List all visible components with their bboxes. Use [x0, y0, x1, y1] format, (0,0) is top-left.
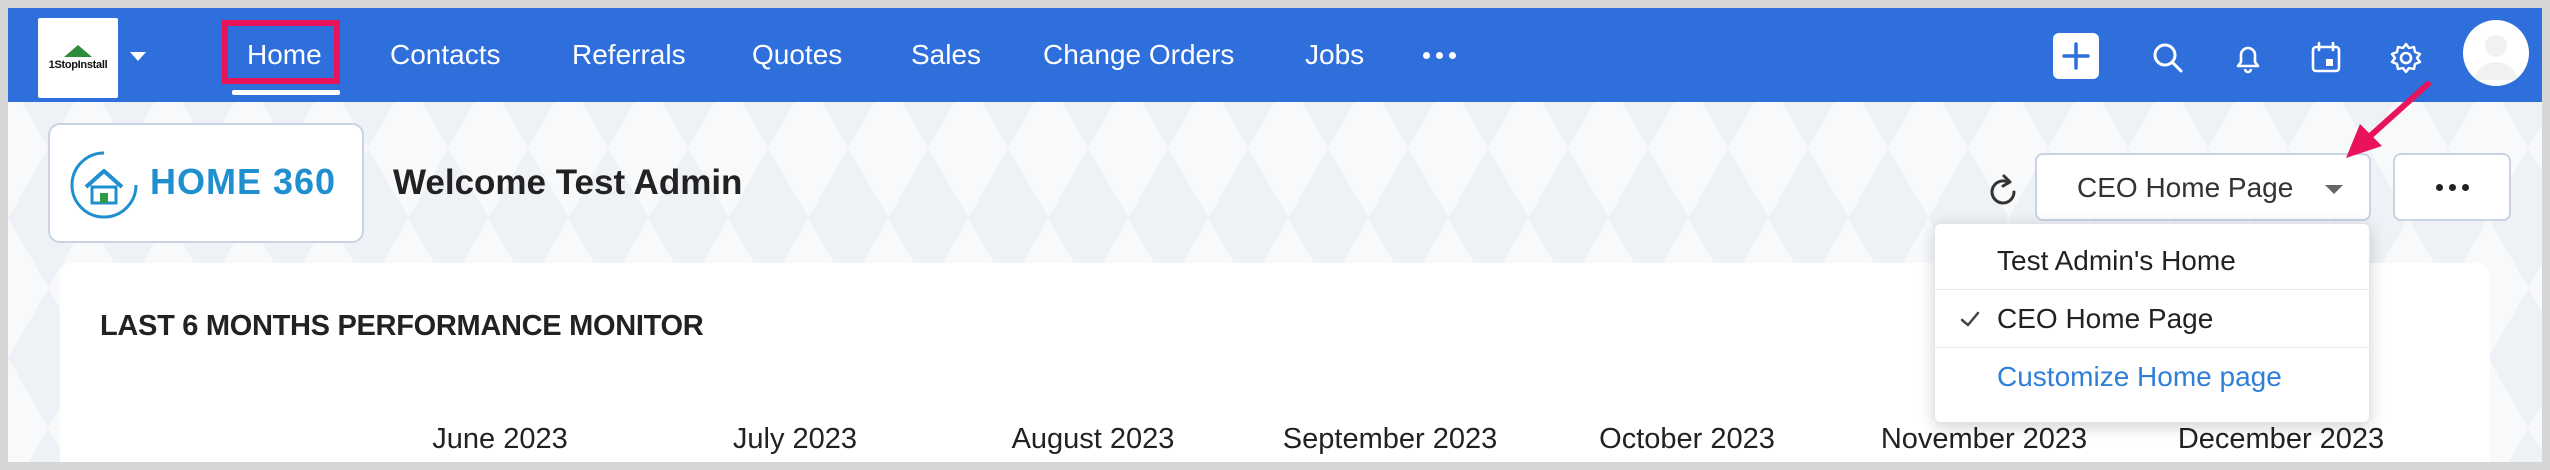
brand-card: HOME 360: [48, 123, 364, 243]
home-page-dropdown: Test Admin's Home CEO Home Page Customiz…: [1934, 223, 2370, 423]
nav-item-contacts[interactable]: Contacts: [390, 8, 501, 102]
selected-home-page: CEO Home Page: [2077, 172, 2294, 203]
refresh-icon[interactable]: [1983, 172, 2023, 212]
chevron-down-icon[interactable]: [130, 52, 146, 61]
more-tabs-icon[interactable]: [1423, 52, 1456, 59]
plus-icon[interactable]: [2053, 33, 2099, 79]
nav-item-quotes[interactable]: Quotes: [752, 8, 842, 102]
month-label: November 2023: [1880, 423, 2088, 455]
top-nav-bar: 1StopInstall Home Contacts Referrals Quo…: [8, 8, 2542, 102]
avatar[interactable]: [2463, 20, 2529, 86]
nav-item-home[interactable]: Home: [247, 8, 322, 102]
nav-item-referrals[interactable]: Referrals: [572, 8, 686, 102]
app-logo[interactable]: 1StopInstall: [38, 18, 118, 98]
month-label: August 2023: [1011, 423, 1175, 455]
dropdown-item-label: Customize Home page: [1997, 361, 2282, 392]
active-tab-indicator: [232, 90, 340, 95]
annotation-arrow-icon: [2346, 81, 2431, 158]
card-title: LAST 6 MONTHS PERFORMANCE MONITOR: [100, 310, 704, 342]
month-label: June 2023: [432, 423, 568, 455]
checkmark-icon: [1960, 311, 1980, 327]
logo-text: 1StopInstall: [48, 59, 108, 71]
house-icon: [64, 45, 92, 57]
nav-item-change-orders[interactable]: Change Orders: [1043, 8, 1234, 102]
nav-item-jobs[interactable]: Jobs: [1305, 8, 1364, 102]
month-label: September 2023: [1282, 423, 1498, 455]
welcome-title: Welcome Test Admin: [393, 163, 743, 202]
home-page-selector[interactable]: CEO Home Page: [2035, 153, 2371, 221]
bell-icon[interactable]: [2228, 38, 2268, 78]
customize-home-page-link[interactable]: Customize Home page: [1935, 348, 2369, 406]
search-icon[interactable]: [2148, 38, 2188, 78]
nav-item-sales[interactable]: Sales: [911, 8, 981, 102]
dropdown-item-label: Test Admin's Home: [1997, 245, 2236, 276]
dropdown-item-test-admin-home[interactable]: Test Admin's Home: [1935, 232, 2369, 290]
month-label: July 2023: [732, 423, 858, 455]
month-label: October 2023: [1599, 423, 1775, 455]
app-frame: 1StopInstall Home Contacts Referrals Quo…: [8, 8, 2542, 462]
dropdown-item-ceo-home-page[interactable]: CEO Home Page: [1935, 290, 2369, 348]
dropdown-item-label: CEO Home Page: [1997, 303, 2214, 334]
brand-name: HOME 360: [150, 161, 337, 202]
home-360-logo-icon: [70, 151, 138, 219]
month-label: December 2023: [2177, 423, 2385, 455]
